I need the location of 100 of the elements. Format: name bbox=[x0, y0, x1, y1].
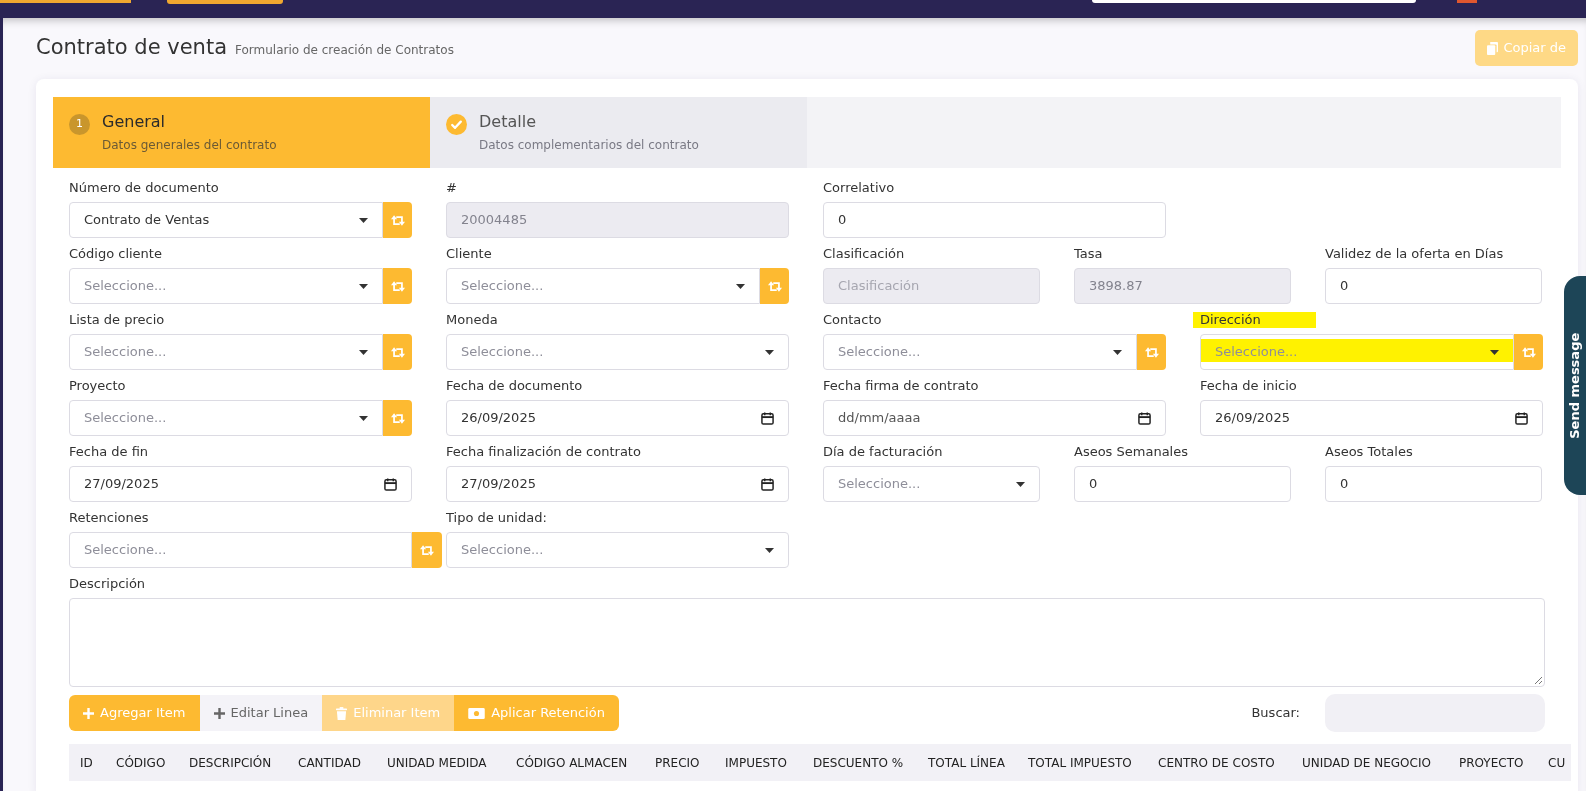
refresh-button[interactable] bbox=[1137, 334, 1166, 370]
step-tab[interactable]: 1 General Datos generales del contrato bbox=[53, 97, 430, 168]
nav-button[interactable] bbox=[1457, 0, 1477, 3]
loop-arrows-icon bbox=[1144, 346, 1159, 358]
field-label: Correlativo bbox=[823, 180, 895, 196]
nav-button[interactable] bbox=[0, 0, 131, 3]
column-header: PRECIO bbox=[655, 754, 701, 772]
caret-down-icon bbox=[1113, 349, 1122, 355]
caret-down-icon bbox=[765, 349, 774, 355]
field-label: Aseos Semanales bbox=[1074, 444, 1188, 460]
select-field[interactable]: Seleccione... bbox=[823, 466, 1040, 502]
column-header: ID bbox=[80, 754, 94, 772]
field-label: Cliente bbox=[446, 246, 492, 262]
refresh-button[interactable] bbox=[383, 268, 412, 304]
field-label: Proyecto bbox=[69, 378, 126, 394]
step-tab[interactable]: Detalle Datos complementarios del contrato bbox=[430, 97, 807, 168]
description-field[interactable] bbox=[69, 598, 1545, 687]
column-header: UNIDAD DE NEGOCIO bbox=[1302, 754, 1432, 772]
refresh-button[interactable] bbox=[412, 532, 442, 568]
column-header: TOTAL LÍNEA bbox=[928, 754, 1006, 772]
calendar-icon[interactable] bbox=[1515, 411, 1528, 425]
field-label: Número de documento bbox=[69, 180, 219, 196]
text-field[interactable]: 0 bbox=[1325, 466, 1542, 502]
text-field[interactable]: 0 bbox=[1325, 268, 1542, 304]
text-field: 3898.87 bbox=[1074, 268, 1291, 304]
field-label: Dirección bbox=[1193, 312, 1316, 328]
date-field[interactable]: 27/09/2025 bbox=[446, 466, 789, 502]
text-field[interactable]: 0 bbox=[1074, 466, 1291, 502]
plus-icon bbox=[83, 707, 94, 719]
select-field[interactable]: Seleccione... bbox=[446, 532, 789, 568]
field-label: Lista de precio bbox=[69, 312, 165, 328]
field-label: Tipo de unidad: bbox=[446, 510, 547, 526]
copy-icon bbox=[1487, 41, 1499, 55]
field-label: Código cliente bbox=[69, 246, 162, 262]
select-field[interactable]: Seleccione... bbox=[69, 400, 383, 436]
loop-arrows-icon bbox=[1521, 346, 1536, 358]
send-message-tab[interactable]: Send message bbox=[1564, 276, 1586, 495]
column-header: CÓDIGO ALMACEN bbox=[516, 754, 629, 772]
page-title: Contrato de venta bbox=[36, 34, 227, 62]
column-header: IMPUESTO bbox=[725, 754, 788, 772]
page-subtitle: Formulario de creación de Contratos bbox=[235, 42, 454, 60]
date-field[interactable]: dd/mm/aaaa bbox=[823, 400, 1166, 436]
column-header: DESCUENTO % bbox=[813, 754, 905, 772]
refresh-button[interactable] bbox=[1514, 334, 1543, 370]
field-label: Validez de la oferta en Días bbox=[1325, 246, 1504, 262]
field-label: Fecha de fin bbox=[69, 444, 149, 460]
select-field[interactable]: Seleccione... bbox=[446, 268, 760, 304]
field-label: # bbox=[446, 180, 457, 196]
date-field[interactable]: 27/09/2025 bbox=[69, 466, 412, 502]
column-header: CU bbox=[1548, 754, 1566, 772]
edit-line-button[interactable]: Editar Linea bbox=[199, 695, 323, 731]
loop-arrows-icon bbox=[390, 280, 405, 292]
refresh-button[interactable] bbox=[760, 268, 789, 304]
refresh-button[interactable] bbox=[383, 334, 412, 370]
calendar-icon[interactable] bbox=[761, 477, 774, 491]
field-label: Fecha firma de contrato bbox=[823, 378, 979, 394]
column-header: CANTIDAD bbox=[298, 754, 362, 772]
date-field[interactable]: 26/09/2025 bbox=[446, 400, 789, 436]
text-field: Clasificación bbox=[823, 268, 1040, 304]
header-search-field[interactable] bbox=[1092, 0, 1416, 3]
text-field[interactable]: 0 bbox=[823, 202, 1166, 238]
select-field[interactable]: Seleccione... bbox=[69, 532, 412, 568]
field-label: Contacto bbox=[823, 312, 882, 328]
select-field[interactable]: Seleccione... bbox=[823, 334, 1137, 370]
nav-button[interactable] bbox=[167, 0, 283, 4]
column-header: DESCRIPCIÓN bbox=[189, 754, 273, 772]
refresh-button[interactable] bbox=[383, 400, 412, 436]
field-label: Fecha finalización de contrato bbox=[446, 444, 641, 460]
select-field[interactable]: Seleccione... bbox=[446, 334, 789, 370]
caret-down-icon bbox=[1016, 481, 1025, 487]
field-label: Día de facturación bbox=[823, 444, 943, 460]
select-field[interactable]: Contrato de Ventas bbox=[69, 202, 383, 238]
select-field[interactable]: Seleccione... bbox=[69, 268, 383, 304]
caret-down-icon bbox=[359, 349, 368, 355]
caret-down-icon bbox=[765, 547, 774, 553]
column-header: TOTAL IMPUESTO bbox=[1028, 754, 1133, 772]
caret-down-icon bbox=[736, 283, 745, 289]
loop-arrows-icon bbox=[767, 280, 782, 292]
caret-down-icon bbox=[359, 415, 368, 421]
loop-arrows-icon bbox=[390, 346, 405, 358]
field-label: Descripción bbox=[69, 576, 147, 592]
column-header: CENTRO DE COSTO bbox=[1158, 754, 1276, 772]
caret-down-icon bbox=[1490, 349, 1499, 355]
field-label: Tasa bbox=[1074, 246, 1103, 262]
search-label: Buscar: bbox=[1251, 704, 1300, 723]
field-label: Fecha de inicio bbox=[1200, 378, 1297, 394]
field-label: Clasificación bbox=[823, 246, 905, 262]
resize-handle-icon[interactable] bbox=[1534, 676, 1542, 684]
text-field: 20004485 bbox=[446, 202, 789, 238]
calendar-icon[interactable] bbox=[761, 411, 774, 425]
select-field[interactable]: Seleccione... bbox=[1200, 334, 1514, 370]
column-header: CÓDIGO bbox=[116, 754, 167, 772]
select-field[interactable]: Seleccione... bbox=[69, 334, 383, 370]
field-label: Fecha de documento bbox=[446, 378, 583, 394]
calendar-icon[interactable] bbox=[1138, 411, 1151, 425]
calendar-icon[interactable] bbox=[384, 477, 397, 491]
refresh-button[interactable] bbox=[383, 202, 412, 238]
date-field[interactable]: 26/09/2025 bbox=[1200, 400, 1543, 436]
loop-arrows-icon bbox=[390, 214, 405, 226]
field-label: Aseos Totales bbox=[1325, 444, 1413, 460]
